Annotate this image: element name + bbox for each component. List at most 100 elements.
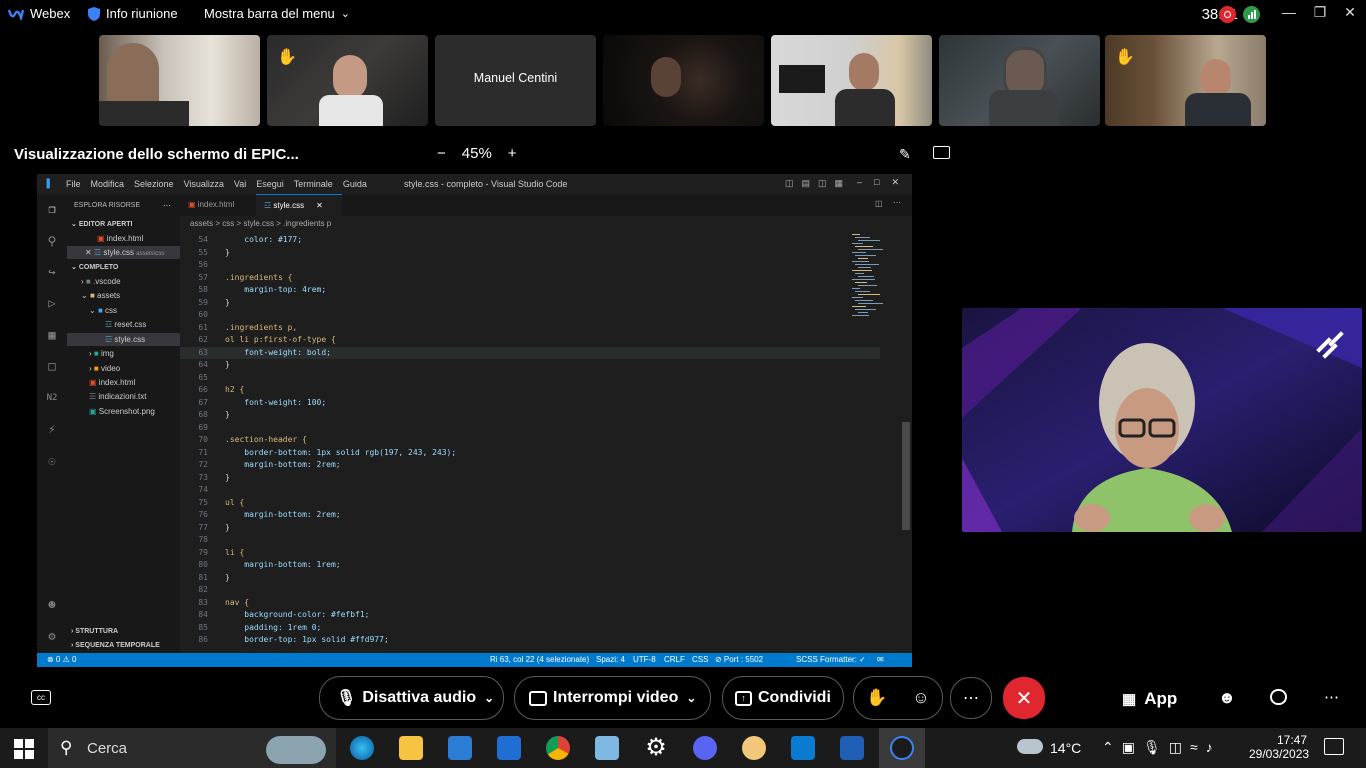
taskbar-search-box[interactable]: ⚲ Cerca: [48, 728, 336, 768]
file-explorer-icon[interactable]: [399, 736, 423, 760]
participant-tile-3[interactable]: Manuel Centini: [435, 35, 596, 126]
split-editor-icon[interactable]: ◫: [875, 199, 883, 208]
chevron-down-icon[interactable]: ⌄: [686, 691, 696, 705]
tree-item[interactable]: › ■ img: [89, 347, 114, 360]
apps-button[interactable]: ▦ App: [1122, 689, 1177, 709]
edge-icon[interactable]: [350, 736, 374, 760]
tree-item[interactable]: ⌄ ■ css: [89, 304, 117, 317]
stop-video-button[interactable]: Interrompi video ⌄: [514, 676, 711, 720]
n2-icon[interactable]: N2: [45, 391, 59, 405]
eol-status[interactable]: CRLF: [664, 655, 685, 664]
breadcrumb[interactable]: assets > css > style.css > .ingredients …: [190, 219, 331, 228]
chat-icon[interactable]: [1270, 689, 1287, 705]
tree-item[interactable]: › ■ .vscode: [81, 275, 121, 288]
menu-go[interactable]: Vai: [234, 179, 246, 189]
show-menu-bar-button[interactable]: Mostra barra del menu ⌄: [204, 6, 350, 21]
indentation-status[interactable]: Spazi: 4: [596, 655, 625, 664]
close-icon[interactable]: ✕: [1340, 4, 1360, 21]
settings-gear-icon[interactable]: ⚙: [644, 736, 668, 760]
search-icon[interactable]: ⚲: [45, 234, 59, 248]
menu-file[interactable]: File: [66, 179, 81, 189]
zoom-in-button[interactable]: +: [508, 145, 517, 162]
window-controls-icon[interactable]: –□✕: [857, 177, 911, 188]
participant-tile-6[interactable]: [939, 35, 1100, 126]
close-icon[interactable]: ✕: [85, 248, 94, 257]
presenter-video[interactable]: [962, 308, 1362, 532]
open-editors-section[interactable]: ⌄ EDITOR APERTI: [71, 218, 133, 231]
scrollbar[interactable]: [902, 422, 910, 530]
live-server-status[interactable]: ⊘ Port : 5502: [715, 655, 763, 664]
tab-style-css[interactable]: ☲ style.css ✕: [256, 194, 342, 217]
outline-section[interactable]: › STRUTTURA: [71, 625, 118, 638]
close-icon[interactable]: ✕: [316, 201, 323, 210]
captions-icon[interactable]: cc: [31, 690, 51, 705]
meeting-info-button[interactable]: Info riunione: [88, 6, 178, 21]
menu-selection[interactable]: Selezione: [134, 179, 174, 189]
participant-tile-1[interactable]: [99, 35, 260, 126]
windows-start-icon[interactable]: [14, 739, 34, 759]
participants-icon[interactable]: ☻: [1218, 688, 1236, 708]
menu-view[interactable]: Visualizza: [184, 179, 224, 189]
share-button[interactable]: ↑ Condividi: [722, 676, 844, 720]
participant-tile-4[interactable]: [603, 35, 764, 126]
more-icon[interactable]: ⋯: [893, 198, 901, 207]
tree-item[interactable]: › ■ video: [89, 362, 120, 375]
explorer-icon[interactable]: ❐: [45, 202, 59, 216]
system-tray-icons[interactable]: ⌃▣🎙◫≈♪: [1102, 739, 1221, 756]
language-status[interactable]: CSS: [692, 655, 708, 664]
chevron-down-icon[interactable]: ⌄: [484, 691, 494, 705]
participant-tile-7[interactable]: ✋: [1105, 35, 1266, 126]
notes-app-icon[interactable]: [595, 736, 619, 760]
chrome-icon[interactable]: [546, 736, 570, 760]
open-editor-item-active[interactable]: ✕ ☲ style.css assets\css: [67, 246, 180, 259]
microsoft-store-icon[interactable]: [448, 736, 472, 760]
reactions-icon[interactable]: ☺: [912, 688, 929, 708]
encoding-status[interactable]: UTF-8: [633, 655, 656, 664]
code-line[interactable]: 63 font-weight: bold;: [180, 346, 880, 359]
run-debug-icon[interactable]: ▷: [45, 296, 59, 310]
notifications-icon[interactable]: ✉: [877, 655, 884, 664]
project-section[interactable]: ⌄ COMPLETO: [71, 261, 118, 274]
more-icon[interactable]: ⋯: [163, 199, 171, 212]
extensions-icon[interactable]: ▦: [45, 328, 59, 342]
open-editor-item[interactable]: ▣ index.html: [97, 232, 143, 245]
annotate-icon[interactable]: ✎: [899, 146, 911, 163]
cursor-position-status[interactable]: Ri 63, col 22 (4 selezionate): [490, 655, 589, 664]
settings-gear-icon[interactable]: ⚙: [45, 629, 59, 643]
tree-item[interactable]: ▣ index.html: [89, 376, 135, 389]
leave-meeting-button[interactable]: ✕: [1003, 677, 1045, 719]
participant-tile-2[interactable]: ✋: [267, 35, 428, 126]
source-control-icon[interactable]: ↪: [45, 265, 59, 279]
paint-icon[interactable]: [742, 736, 766, 760]
tab-index-html[interactable]: ▣ index.html: [180, 194, 266, 216]
lightning-icon[interactable]: ⚡: [45, 422, 59, 436]
discord-icon[interactable]: [693, 736, 717, 760]
popout-icon[interactable]: [933, 146, 950, 159]
network-stats-icon[interactable]: [1243, 6, 1260, 23]
tree-item[interactable]: ▣ Screenshot.png: [89, 405, 155, 418]
mute-button[interactable]: 🎙 Disattiva audio ⌄: [319, 676, 504, 720]
remote-explorer-icon[interactable]: □: [45, 359, 59, 373]
more-icon[interactable]: ⋯: [1324, 688, 1339, 706]
restore-icon[interactable]: ❐: [1310, 4, 1330, 21]
menu-terminal[interactable]: Terminale: [294, 179, 333, 189]
tree-item[interactable]: ⌄ ■ assets: [81, 289, 120, 302]
weather-temperature[interactable]: 14°C: [1050, 740, 1081, 756]
problems-status[interactable]: ⊗ 0 ⚠ 0: [47, 655, 76, 664]
timeline-section[interactable]: › SEQUENZA TEMPORALE: [71, 639, 160, 652]
notifications-icon[interactable]: [1324, 738, 1344, 755]
raise-hand-icon[interactable]: ✋: [866, 688, 887, 708]
menu-run[interactable]: Esegui: [256, 179, 284, 189]
layout-icons[interactable]: ◫▤◫▦: [785, 178, 851, 189]
account-icon[interactable]: ☻: [45, 598, 59, 612]
vscode-icon[interactable]: [791, 736, 815, 760]
menu-edit[interactable]: Modifica: [91, 179, 125, 189]
webex-taskbar-item[interactable]: [879, 728, 925, 768]
participant-tile-5[interactable]: [771, 35, 932, 126]
tree-item[interactable]: ☲ reset.css: [105, 318, 146, 331]
tree-item[interactable]: ☰ indicazioni.txt: [89, 390, 146, 403]
tree-item-active[interactable]: ☲ style.css: [67, 333, 180, 346]
more-options-button[interactable]: ⋯: [950, 677, 992, 719]
gitlens-icon[interactable]: ☉: [45, 454, 59, 468]
menu-help[interactable]: Guida: [343, 179, 367, 189]
